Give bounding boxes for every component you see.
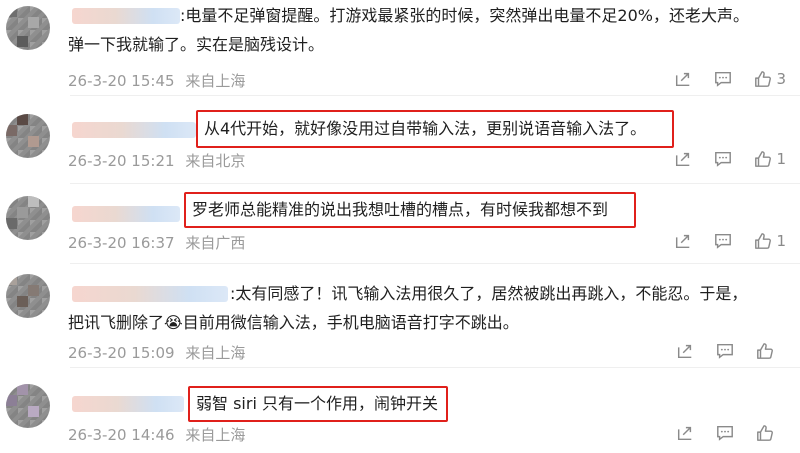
comment-actions <box>676 424 786 442</box>
like-button[interactable]: 1 <box>754 150 786 168</box>
comment-meta: 26-3-20 16:37 来自广西 <box>68 232 251 253</box>
comment-icon <box>717 343 733 359</box>
reply-button[interactable] <box>714 150 732 168</box>
thumbs-up-icon <box>757 343 773 359</box>
like-button[interactable] <box>756 342 786 360</box>
username-blurred[interactable] <box>72 8 180 24</box>
comment-location: 来自上海 <box>185 72 246 90</box>
like-button[interactable]: 1 <box>754 232 786 250</box>
like-count: 1 <box>776 150 786 168</box>
like-button[interactable] <box>756 424 786 442</box>
comment-date: 26-3-20 15:21 <box>68 152 175 170</box>
reply-button[interactable] <box>714 70 732 88</box>
thumbs-up-icon <box>755 71 772 87</box>
share-icon <box>676 152 690 167</box>
comment-actions: 1 <box>674 150 786 168</box>
share-icon <box>676 234 690 249</box>
comment-item: :太有同感了！讯飞输入法用很久了，居然被跳出再跳入，不能忍。于是， 把讯飞删除了… <box>0 264 800 368</box>
reply-button[interactable] <box>714 232 732 250</box>
comment-date: 26-3-20 14:46 <box>68 426 175 444</box>
share-icon <box>677 344 692 359</box>
like-count: 3 <box>776 70 786 88</box>
comment-item: 罗老师总能精准的说出我想吐槽的槽点，有时候我都想不到 26-3-20 16:37… <box>0 184 800 264</box>
avatar[interactable] <box>6 384 50 428</box>
avatar[interactable] <box>6 114 50 158</box>
share-button[interactable] <box>674 232 692 250</box>
comment-text-line-2: 弹一下我就输了。实在是脑残设计。 <box>68 35 325 54</box>
comment-meta: 26-3-20 15:09 来自上海 <box>68 342 251 363</box>
share-icon <box>676 72 690 87</box>
comment-location: 来自广西 <box>185 234 246 252</box>
username-blurred[interactable] <box>72 122 196 138</box>
comment-actions: 3 <box>674 70 786 88</box>
comment-date: 26-3-20 15:45 <box>68 72 175 90</box>
comment-text-line-1: 罗老师总能精准的说出我想吐槽的槽点，有时候我都想不到 <box>192 200 609 219</box>
avatar[interactable] <box>6 196 50 240</box>
comment-actions <box>676 342 786 360</box>
comment-item: 从4代开始，就好像没用过自带输入法，更别说语音输入法了。 26-3-20 15:… <box>0 96 800 184</box>
reply-button[interactable] <box>716 342 734 360</box>
like-button[interactable]: 3 <box>754 70 786 88</box>
comment-item: 弱智 siri 只有一个作用，闹钟开关 26-3-20 14:46 来自上海 <box>0 368 800 453</box>
comment-icon <box>715 233 732 249</box>
share-button[interactable] <box>676 424 694 442</box>
share-button[interactable] <box>674 70 692 88</box>
comment-text-line-1: :电量不足弹窗提醒。打游戏最紧张的时候，突然弹出电量不足20%，还老大声。 <box>180 6 749 25</box>
username-blurred[interactable] <box>72 206 180 222</box>
comment-text-line-1: 从4代开始，就好像没用过自带输入法，更别说语音输入法了。 <box>204 119 647 138</box>
username-blurred[interactable] <box>72 286 228 302</box>
like-count: 1 <box>776 232 786 250</box>
comment-meta: 26-3-20 15:45 来自上海 <box>68 70 251 91</box>
comment-location: 来自上海 <box>185 344 246 362</box>
reply-button[interactable] <box>716 424 734 442</box>
comment-date: 26-3-20 16:37 <box>68 234 175 252</box>
comment-item: :电量不足弹窗提醒。打游戏最紧张的时候，突然弹出电量不足20%，还老大声。 弹一… <box>0 0 800 96</box>
comment-meta: 26-3-20 14:46 来自上海 <box>68 424 251 445</box>
comment-list: :电量不足弹窗提醒。打游戏最紧张的时候，突然弹出电量不足20%，还老大声。 弹一… <box>0 0 800 453</box>
comment-location: 来自上海 <box>185 426 246 444</box>
comment-icon <box>717 425 733 441</box>
avatar[interactable] <box>6 6 50 50</box>
comment-date: 26-3-20 15:09 <box>68 344 175 362</box>
comment-meta: 26-3-20 15:21 来自北京 <box>68 150 251 171</box>
comment-location: 来自北京 <box>185 152 246 170</box>
comment-text-line-1: :太有同感了！讯飞输入法用很久了，居然被跳出再跳入，不能忍。于是， <box>230 284 748 303</box>
share-icon <box>677 426 692 441</box>
share-button[interactable] <box>674 150 692 168</box>
thumbs-up-icon <box>755 151 772 167</box>
share-button[interactable] <box>676 342 694 360</box>
comment-icon <box>715 71 732 87</box>
comment-text-line-2: 把讯飞删除了😭目前用微信输入法，手机电脑语音打字不跳出。 <box>68 313 519 332</box>
thumbs-up-icon <box>755 233 772 249</box>
comment-actions: 1 <box>674 232 786 250</box>
comment-text-line-1: 弱智 siri 只有一个作用，闹钟开关 <box>196 394 438 413</box>
username-blurred[interactable] <box>72 396 184 412</box>
avatar[interactable] <box>6 274 50 318</box>
thumbs-up-icon <box>757 425 773 441</box>
comment-icon <box>715 151 732 167</box>
